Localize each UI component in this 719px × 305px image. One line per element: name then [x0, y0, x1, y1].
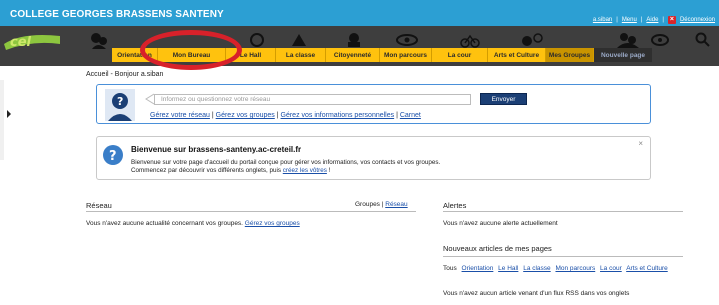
- filter-mon-parcours[interactable]: Mon parcours: [555, 265, 595, 272]
- tab-citoyennete[interactable]: Citoyenneté: [326, 48, 380, 62]
- filter-le-hall[interactable]: Le Hall: [498, 265, 518, 272]
- reseau-title: Réseau: [86, 201, 112, 210]
- tab-nouvelle-page[interactable]: Nouvelle page: [594, 48, 652, 62]
- groups-icon: [617, 33, 639, 48]
- manage-network-link[interactable]: Gérez votre réseau: [150, 112, 210, 119]
- svg-text:?: ?: [117, 95, 123, 108]
- breadcrumb: Accueil - Bonjour a.siban: [86, 71, 164, 78]
- citizen-icon: [348, 33, 360, 47]
- filter-arts-et-culture[interactable]: Arts et Culture: [626, 265, 668, 272]
- new-articles-filters: Tous Orientation Le Hall La classe Mon p…: [443, 265, 683, 273]
- arts-icon: [522, 33, 543, 46]
- red-highlight-circle: [140, 30, 242, 70]
- left-scroll-track: [0, 80, 4, 160]
- tab-la-classe[interactable]: La classe: [276, 48, 326, 62]
- tab-mon-parcours[interactable]: Mon parcours: [380, 48, 432, 62]
- new-page-eye-icon: [651, 34, 669, 46]
- reseau-divider: [86, 211, 416, 212]
- tab-mes-groupes[interactable]: Mes Groupes: [546, 48, 594, 62]
- school-name: COLLEGE GEORGES BRASSENS SANTENY: [10, 9, 224, 20]
- svg-text:?: ?: [109, 149, 117, 164]
- filter-orientation[interactable]: Orientation: [462, 265, 494, 272]
- expand-arrow-icon[interactable]: [7, 110, 11, 118]
- manage-info-link[interactable]: Gérez vos informations personnelles: [281, 112, 395, 119]
- svg-text:cel: cel: [10, 35, 32, 50]
- welcome-title: Bienvenue sur brassens-santeny.ac-cretei…: [131, 145, 302, 154]
- lamp-icon: [292, 34, 306, 46]
- user-link[interactable]: a.siban: [593, 17, 612, 23]
- new-articles-empty: Vous n'avez aucun article venant d'un fl…: [443, 290, 630, 297]
- avatar-icon: ?: [105, 89, 135, 121]
- create-tabs-link[interactable]: créez les vôtres: [283, 167, 327, 174]
- help-icon: ?: [103, 145, 123, 165]
- alertes-divider: [443, 211, 683, 212]
- reseau-filters: Groupes | Réseau: [355, 201, 408, 208]
- search-icon[interactable]: [695, 32, 711, 48]
- alertes-empty: Vous n'avez aucune alerte actuellement: [443, 220, 558, 227]
- filter-la-classe[interactable]: La classe: [523, 265, 550, 272]
- alertes-title: Alertes: [443, 201, 467, 210]
- menu-link[interactable]: Menu: [622, 17, 637, 23]
- new-articles-title: Nouveaux articles de mes pages: [443, 244, 552, 253]
- welcome-text: Bienvenue sur votre page d'accueil du po…: [131, 159, 440, 175]
- help-link[interactable]: Aide: [646, 17, 658, 23]
- logout-icon[interactable]: ×: [667, 16, 676, 24]
- logout-link[interactable]: Déconnexion: [680, 17, 715, 23]
- reseau-manage-groups-link[interactable]: Gérez vos groupes: [245, 220, 300, 227]
- reseau-link[interactable]: Réseau: [385, 201, 407, 208]
- bicycle-icon: [460, 34, 480, 48]
- top-links: a.siban | Menu | Aide | × Déconnexion: [592, 16, 715, 24]
- send-button[interactable]: Envoyer: [480, 93, 527, 105]
- top-banner: COLLEGE GEORGES BRASSENS SANTENY a.siban…: [0, 0, 719, 26]
- welcome-line-1: Bienvenue sur votre page d'accueil du po…: [131, 159, 441, 166]
- manage-groups-link[interactable]: Gérez vos groupes: [216, 112, 275, 119]
- people-icon: [91, 33, 107, 49]
- welcome-box: ? Bienvenue sur brassens-santeny.ac-cret…: [96, 136, 651, 180]
- welcome-line-2: Commencez par découvrir vos différents o…: [131, 167, 331, 174]
- cel-logo[interactable]: cel: [2, 30, 62, 52]
- carnet-link[interactable]: Carnet: [400, 112, 421, 119]
- reseau-empty: Vous n'avez aucune actualité concernant …: [86, 220, 300, 227]
- new-articles-divider: [443, 256, 683, 257]
- groupes-label[interactable]: Groupes: [355, 201, 380, 208]
- network-box: ? Informez ou questionnez votre réseau E…: [96, 84, 651, 124]
- network-input[interactable]: Informez ou questionnez votre réseau: [154, 94, 471, 105]
- eye-icon: [396, 34, 418, 46]
- network-links: Gérez votre réseau | Gérez vos groupes |…: [150, 112, 421, 119]
- filter-tous[interactable]: Tous: [443, 265, 457, 272]
- close-icon[interactable]: ×: [638, 139, 643, 148]
- speech-pointer-icon: [145, 93, 154, 105]
- hall-icon: [250, 33, 264, 47]
- tab-arts-et-culture[interactable]: Arts et Culture: [488, 48, 546, 62]
- filter-la-cour[interactable]: La cour: [600, 265, 622, 272]
- tab-la-cour[interactable]: La cour: [432, 48, 488, 62]
